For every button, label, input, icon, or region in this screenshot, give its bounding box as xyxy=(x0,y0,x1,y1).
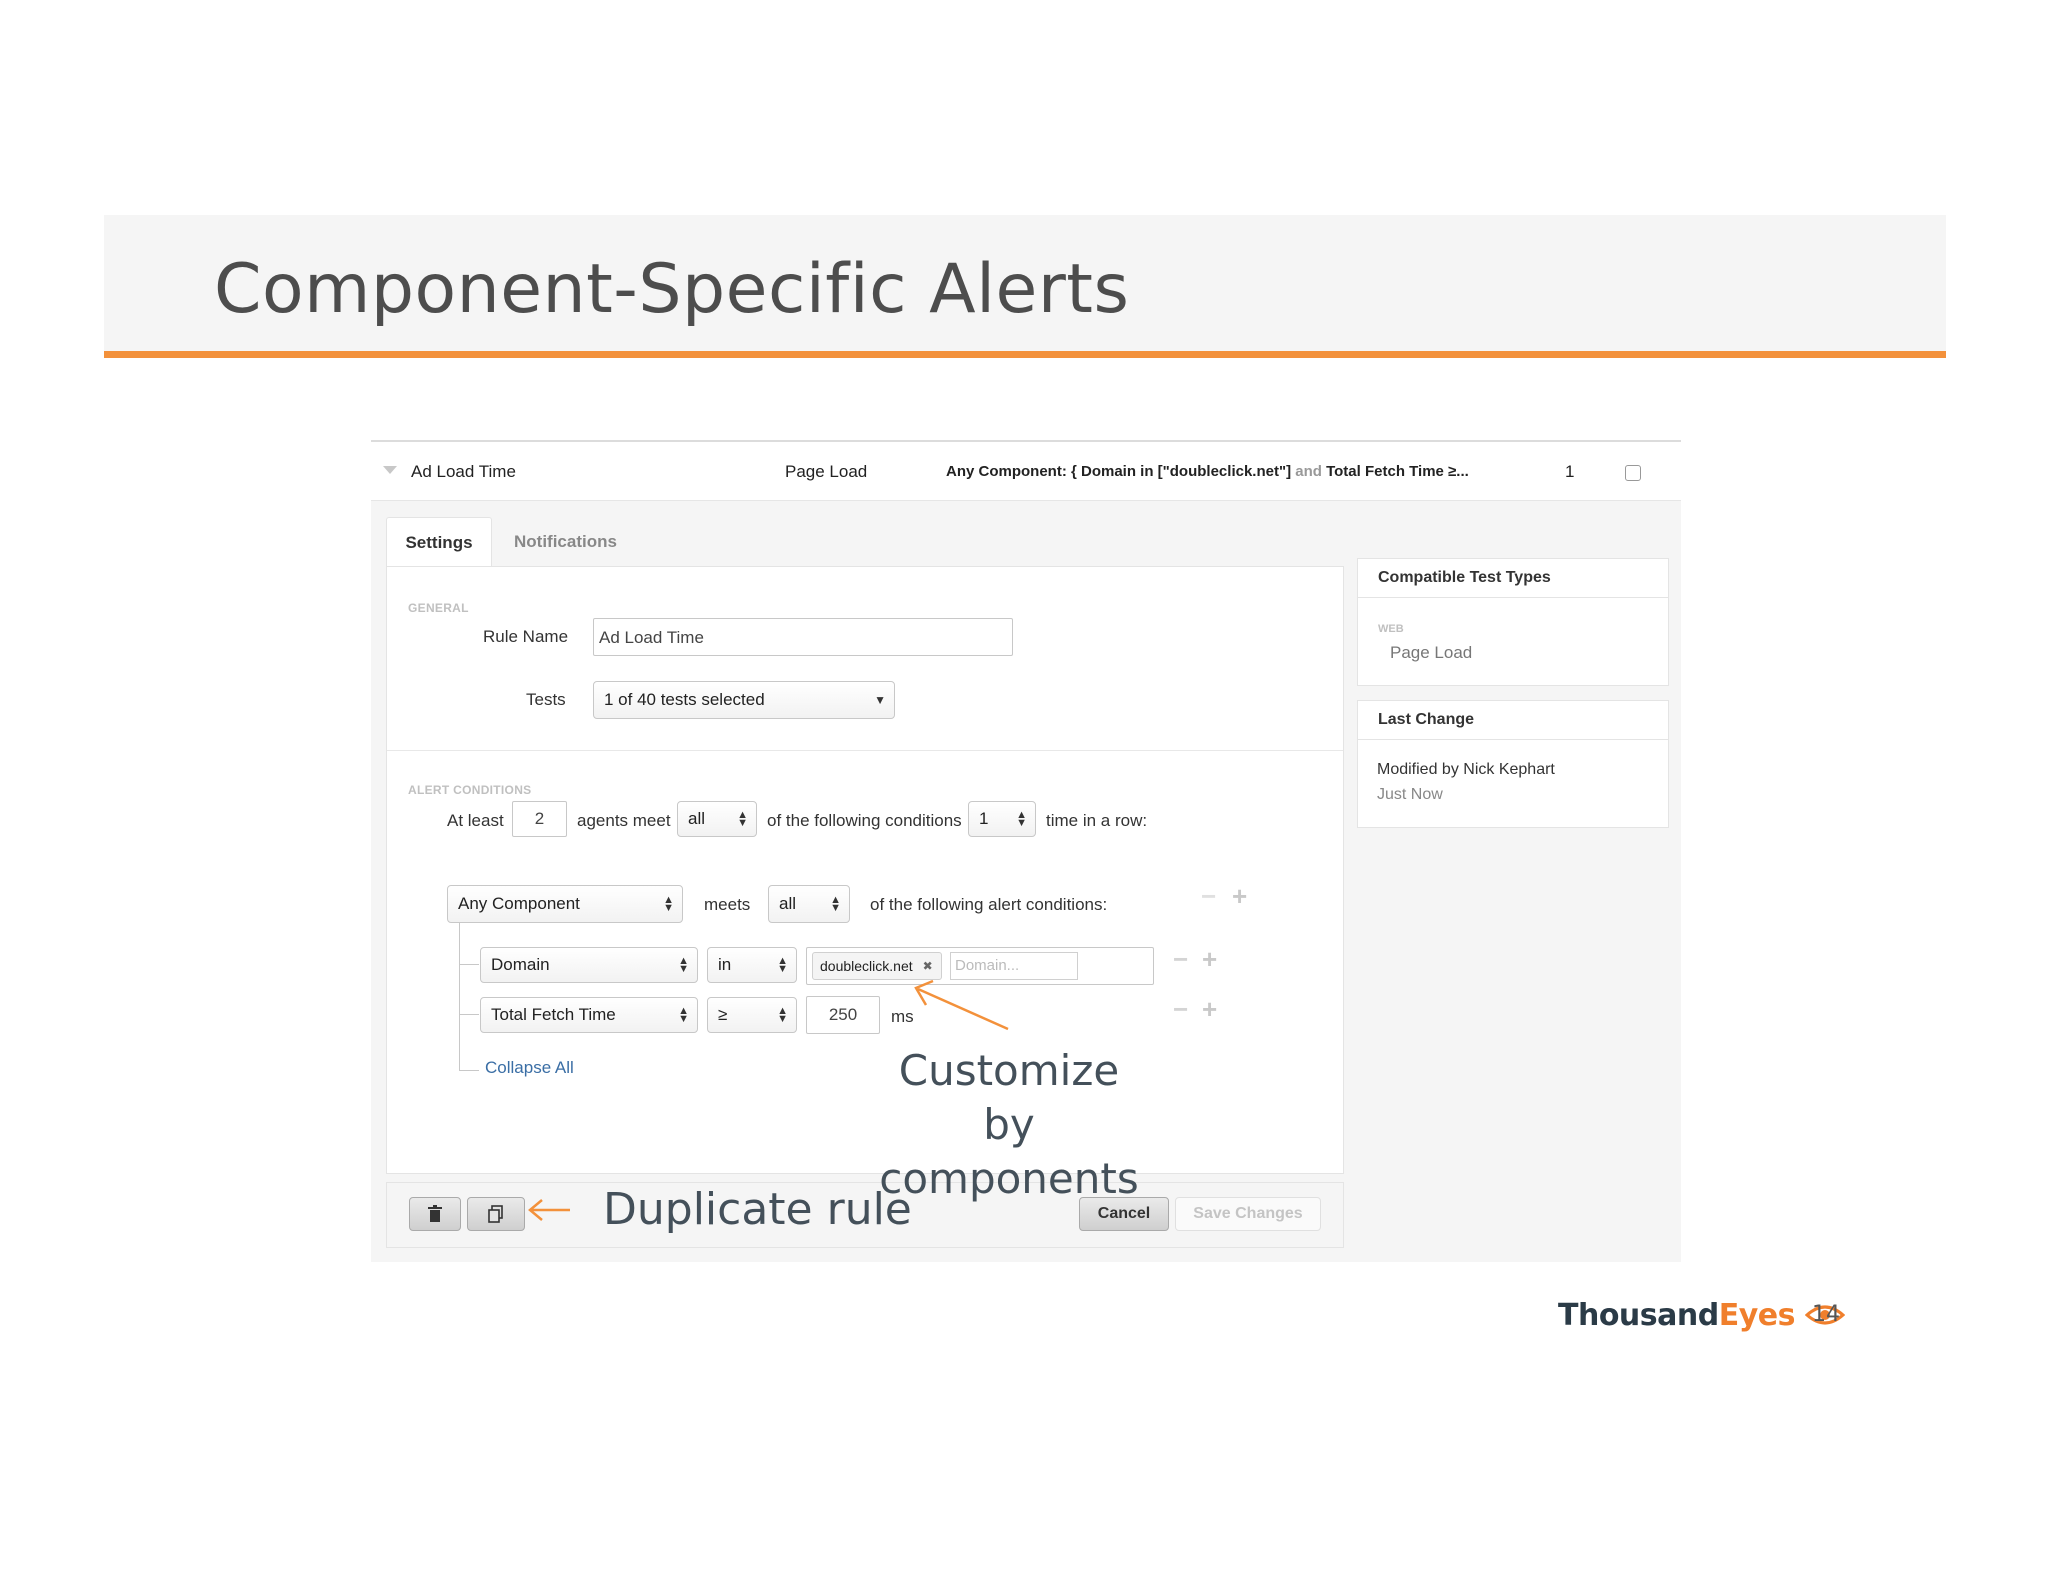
time-in-row-label: time in a row: xyxy=(1046,811,1148,830)
meets-all-select[interactable]: all ▲ ▼ xyxy=(768,885,850,923)
rule-row-count: 1 xyxy=(1565,462,1575,481)
save-changes-button[interactable]: Save Changes xyxy=(1175,1197,1321,1231)
logo-part1: Thousand xyxy=(1558,1298,1719,1333)
tests-select[interactable]: 1 of 40 tests selected ▼ xyxy=(593,681,895,719)
dropdown-caret-icon: ▼ xyxy=(874,693,886,707)
cond2-metric-select[interactable]: Total Fetch Time ▲ ▼ xyxy=(480,997,698,1033)
alert-conditions-section-label: ALERT CONDITIONS xyxy=(408,783,532,797)
rule-row-condition: Any Component: { Domain in ["doubleclick… xyxy=(946,463,1469,480)
stepper-arrows-icon: ▲ ▼ xyxy=(777,955,788,975)
tab-settings[interactable]: Settings xyxy=(386,517,492,568)
tree-line xyxy=(459,964,479,965)
general-section-label: GENERAL xyxy=(408,601,469,615)
remove-condition-icon[interactable]: − xyxy=(1173,944,1188,975)
remove-group-icon[interactable]: − xyxy=(1201,881,1216,912)
add-condition-icon[interactable]: + xyxy=(1202,944,1217,975)
condition-part1: Any Component: { Domain in ["doubleclick… xyxy=(946,463,1292,480)
section-divider xyxy=(387,750,1343,751)
cond1-operator-value: in xyxy=(718,955,732,974)
modified-time: Just Now xyxy=(1377,786,1443,803)
duplicate-rule-annotation: Duplicate rule xyxy=(603,1184,912,1235)
cond2-metric-value: Total Fetch Time xyxy=(491,1005,616,1024)
last-change-title: Last Change xyxy=(1358,701,1668,740)
meets-label: meets xyxy=(704,895,751,914)
compatible-test-types-title: Compatible Test Types xyxy=(1358,559,1668,598)
rule-row[interactable]: Ad Load Time Page Load Any Component: { … xyxy=(371,442,1681,501)
cond1-operator-select[interactable]: in ▲ ▼ xyxy=(707,947,797,983)
component-select[interactable]: Any Component ▲ ▼ xyxy=(447,885,683,923)
following-conditions-label: of the following conditions xyxy=(767,811,962,830)
title-rule xyxy=(104,351,1946,358)
agents-count-input[interactable]: 2 xyxy=(512,801,567,837)
stepper-arrows-icon: ▲ ▼ xyxy=(663,894,674,914)
add-group-icon[interactable]: + xyxy=(1232,881,1247,912)
stepper-arrows-icon: ▲ ▼ xyxy=(678,1005,689,1025)
tree-line xyxy=(459,1014,479,1015)
tab-notifications[interactable]: Notifications xyxy=(514,517,617,567)
slide-title: Component-Specific Alerts xyxy=(214,250,1130,329)
duplicate-icon xyxy=(488,1205,503,1223)
stepper-arrows-icon: ▲ ▼ xyxy=(1016,809,1027,829)
collapse-caret-icon[interactable] xyxy=(383,466,397,474)
agents-all-value: all xyxy=(688,809,706,828)
times-value: 1 xyxy=(979,809,989,828)
rule-row-name: Ad Load Time xyxy=(411,462,516,481)
following-alert-conditions-label: of the following alert conditions: xyxy=(870,895,1108,914)
at-least-label: At least xyxy=(447,811,504,830)
rule-name-label: Rule Name xyxy=(483,627,569,646)
compatible-test-types-box: Compatible Test Types WEB Page Load xyxy=(1357,558,1669,686)
tests-label: Tests xyxy=(526,690,566,709)
times-select[interactable]: 1 ▲ ▼ xyxy=(968,801,1036,837)
cond1-metric-select[interactable]: Domain ▲ ▼ xyxy=(480,947,698,983)
agents-meet-label: agents meet xyxy=(577,811,671,830)
customize-line1: Customize by xyxy=(898,1046,1120,1149)
annotation-arrow-icon xyxy=(528,1199,570,1221)
fetch-time-input[interactable]: 250 xyxy=(806,996,880,1034)
tree-line xyxy=(459,923,460,1071)
collapse-all-link[interactable]: Collapse All xyxy=(485,1058,574,1078)
rule-name-input[interactable]: Ad Load Time xyxy=(593,618,1013,656)
customize-line2: components xyxy=(879,1154,1139,1203)
stepper-arrows-icon: ▲ ▼ xyxy=(777,1005,788,1025)
last-change-box: Last Change Modified by Nick Kephart Jus… xyxy=(1357,700,1669,828)
meets-all-value: all xyxy=(779,894,797,913)
annotation-arrow-icon xyxy=(914,979,1009,1031)
add-condition-icon[interactable]: + xyxy=(1202,994,1217,1025)
logo-part2: Eyes xyxy=(1718,1298,1796,1333)
cond1-metric-value: Domain xyxy=(491,955,550,974)
stepper-arrows-icon: ▲ ▼ xyxy=(830,894,841,914)
modified-by: Modified by Nick Kephart xyxy=(1377,761,1555,778)
condition-and: and xyxy=(1295,463,1322,480)
domain-token-label: doubleclick.net xyxy=(820,958,913,974)
customize-annotation: Customize by components xyxy=(874,1044,1144,1206)
tree-line xyxy=(459,1070,479,1071)
condition-part2: Total Fetch Time ≥... xyxy=(1326,463,1469,480)
rule-row-checkbox[interactable] xyxy=(1625,465,1641,481)
delete-button[interactable] xyxy=(409,1197,461,1231)
cond2-operator-select[interactable]: ≥ ▲ ▼ xyxy=(707,997,797,1033)
component-value: Any Component xyxy=(458,894,580,913)
trash-icon xyxy=(428,1205,442,1222)
tests-select-value: 1 of 40 tests selected xyxy=(604,690,765,709)
remove-condition-icon[interactable]: − xyxy=(1173,994,1188,1025)
agents-all-select[interactable]: all ▲ ▼ xyxy=(677,801,757,837)
duplicate-button[interactable] xyxy=(467,1197,525,1231)
page-load-type: Page Load xyxy=(1390,643,1473,662)
page-number: 14 xyxy=(1812,1302,1840,1327)
settings-panel: GENERAL Rule Name Ad Load Time Tests 1 o… xyxy=(386,566,1344,1174)
cond2-operator-value: ≥ xyxy=(718,1005,728,1024)
stepper-arrows-icon: ▲ ▼ xyxy=(737,809,748,829)
stepper-arrows-icon: ▲ ▼ xyxy=(678,955,689,975)
web-label: WEB xyxy=(1378,623,1404,635)
thousandeyes-logo: ThousandEyes xyxy=(1558,1298,1846,1333)
rule-row-test-type: Page Load xyxy=(785,462,868,481)
